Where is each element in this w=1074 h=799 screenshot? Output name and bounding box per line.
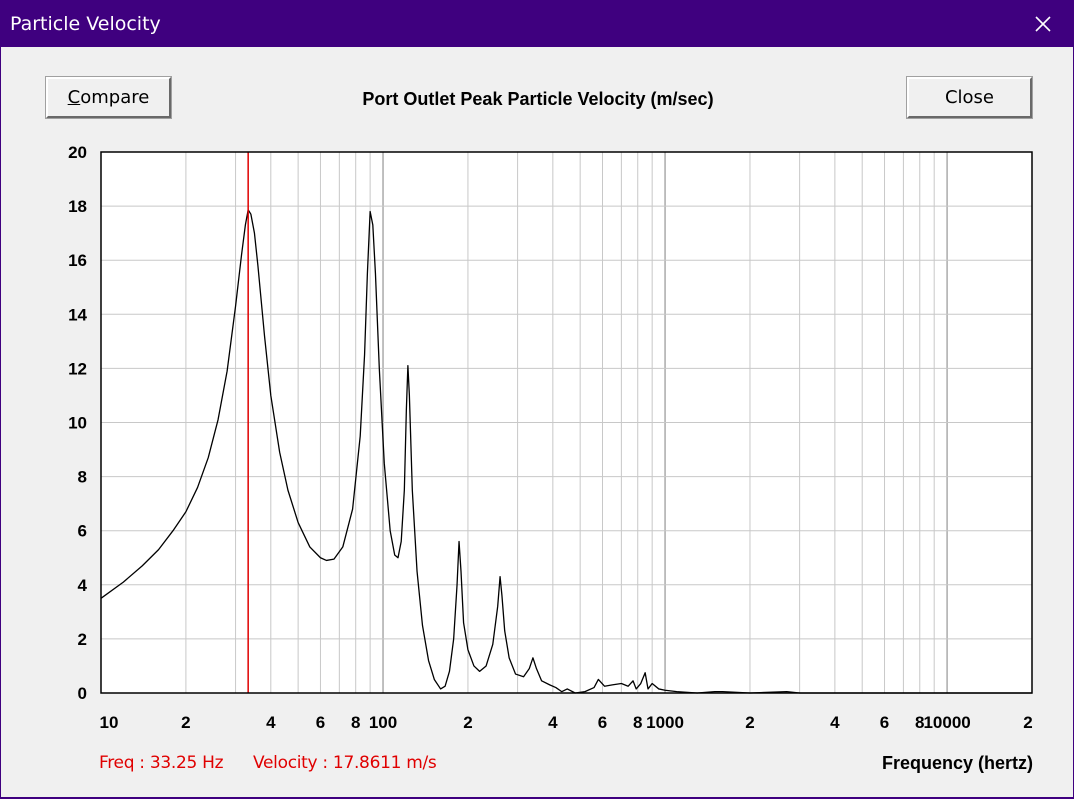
x-tick-label: 6 xyxy=(598,713,607,732)
x-tick-label: 2 xyxy=(463,713,472,732)
y-tick-label: 18 xyxy=(68,197,87,216)
y-tick-label: 14 xyxy=(68,305,87,324)
x-tick-label: 10000 xyxy=(923,713,970,732)
y-tick-label: 8 xyxy=(78,468,87,487)
x-tick-label: 2 xyxy=(181,713,190,732)
y-tick-label: 10 xyxy=(68,414,87,433)
y-tick-label: 12 xyxy=(68,359,87,378)
frequency-readout: Freq : 33.25 Hz xyxy=(99,753,224,773)
y-tick-label: 0 xyxy=(78,684,87,703)
x-tick-label: 4 xyxy=(548,713,558,732)
velocity-readout: Velocity : 17.8611 m/s xyxy=(253,753,437,773)
x-tick-label: 6 xyxy=(880,713,889,732)
y-tick-label: 20 xyxy=(68,143,87,162)
x-axis-title: Frequency (hertz) xyxy=(881,753,1033,773)
x-tick-label: 10 xyxy=(100,713,119,732)
velocity-chart[interactable]: 0246810121416182010 2 4 6 8 100 2 4 6 8 1000 2 4 6 810… xyxy=(1,1,1074,799)
y-tick-label: 4 xyxy=(78,576,88,595)
y-tick-label: 2 xyxy=(78,630,87,649)
x-tick-label: 2 xyxy=(1023,713,1032,732)
x-tick-label: 6 xyxy=(316,713,325,732)
x-tick-label: 1000 xyxy=(646,713,684,732)
y-tick-label: 6 xyxy=(78,522,87,541)
x-tick-label: 8 xyxy=(351,713,360,732)
x-tick-label: 2 xyxy=(745,713,754,732)
y-tick-label: 16 xyxy=(68,251,87,270)
x-tick-label: 4 xyxy=(266,713,276,732)
particle-velocity-window: Particle Velocity Compare Port Outlet Pe… xyxy=(0,0,1074,798)
x-tick-label: 100 xyxy=(369,713,397,732)
x-tick-label: 8 xyxy=(633,713,642,732)
x-tick-label: 4 xyxy=(830,713,840,732)
